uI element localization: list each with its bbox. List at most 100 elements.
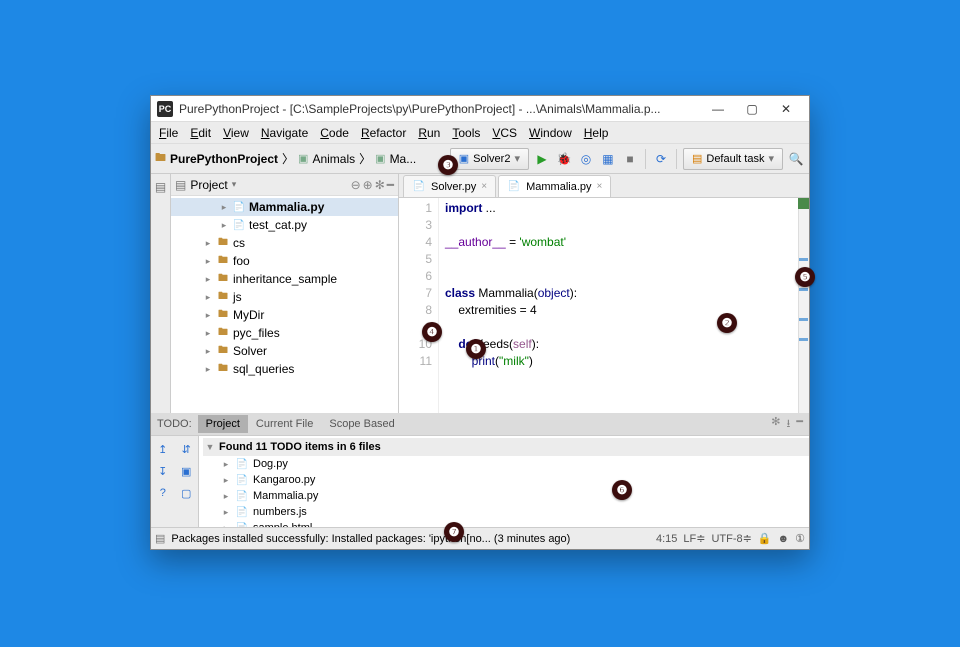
- tree-node[interactable]: ▸🖿Solver: [171, 342, 398, 360]
- todo-item[interactable]: ▸📄sample.html: [203, 520, 809, 527]
- ide-window: PC PurePythonProject - [C:\SampleProject…: [150, 95, 810, 550]
- minimize-button[interactable]: —: [701, 102, 735, 116]
- sync-icon[interactable]: ⟳: [652, 150, 670, 168]
- toolbar: 🖿 PurePythonProject 〉 ▣ Animals 〉 ▣ Ma..…: [151, 144, 809, 174]
- todo-summary-label: Found 11 TODO items in 6 files: [219, 441, 381, 453]
- todo-export-icon[interactable]: ⭳: [787, 415, 791, 434]
- search-icon[interactable]: 🔍: [787, 150, 805, 168]
- hide-icon[interactable]: ━: [387, 178, 394, 192]
- error-stripe[interactable]: [798, 198, 809, 413]
- coverage-icon[interactable]: ◎: [577, 150, 595, 168]
- run-config-selector[interactable]: ▣Solver2▾: [450, 148, 529, 170]
- menu-file[interactable]: File: [159, 126, 178, 140]
- caret-position[interactable]: 4:15: [656, 533, 677, 545]
- gutter: 134567891011: [399, 198, 439, 413]
- todo-summary[interactable]: ▼Found 11 TODO items in 6 files: [203, 438, 809, 456]
- tree-node[interactable]: ▸🖿MyDir: [171, 306, 398, 324]
- collapse-icon[interactable]: ⊖: [351, 178, 361, 192]
- todo-item[interactable]: ▸📄Kangaroo.py: [203, 472, 809, 488]
- todo-tab[interactable]: Current File: [248, 415, 321, 433]
- todo-hide-icon[interactable]: ━: [796, 415, 803, 434]
- todo-autoscroll-icon[interactable]: ▣: [181, 465, 191, 478]
- tree-node[interactable]: ▸🖿inheritance_sample: [171, 270, 398, 288]
- status-bar: ▤ Packages installed successfully: Insta…: [151, 527, 809, 549]
- run-icon[interactable]: ▶: [533, 150, 551, 168]
- breadcrumb-sep: 〉: [359, 150, 371, 167]
- editor-tab[interactable]: 📄Mammalia.py×: [498, 175, 611, 197]
- callout-3: ❸: [438, 155, 458, 175]
- package-icon: ▣: [298, 152, 308, 165]
- notifications-icon[interactable]: ①: [795, 532, 805, 545]
- project-tree[interactable]: ▸📄Mammalia.py▸📄test_cat.py▸🖿cs▸🖿foo▸🖿inh…: [171, 196, 398, 413]
- menubar: File Edit View Navigate Code Refactor Run Tools…: [151, 122, 809, 144]
- tree-node[interactable]: ▸📄test_cat.py: [171, 216, 398, 234]
- todo-tab[interactable]: Scope Based: [321, 415, 402, 433]
- menu-vcs[interactable]: VCS: [492, 126, 517, 140]
- menu-run[interactable]: Run: [418, 126, 440, 140]
- profile-icon[interactable]: ▦: [599, 150, 617, 168]
- maximize-button[interactable]: ▢: [735, 102, 769, 116]
- todo-item[interactable]: ▸📄Dog.py: [203, 456, 809, 472]
- breadcrumb-sep: 〉: [282, 150, 294, 167]
- folder-icon: 🖿: [155, 149, 166, 168]
- breadcrumb-root[interactable]: PurePythonProject: [170, 152, 278, 166]
- status-msg-icon[interactable]: ▤: [155, 532, 165, 545]
- callout-6: ❻: [612, 480, 632, 500]
- editor-body[interactable]: 134567891011 import ...__author__ = 'wom…: [399, 198, 809, 413]
- todo-side-toolbar: ↥ ⇵ ↧ ▣ ? ▢: [151, 436, 199, 527]
- menu-window[interactable]: Window: [529, 126, 572, 140]
- todo-next-icon[interactable]: ↧: [158, 465, 167, 478]
- tree-node[interactable]: ▸📄Mammalia.py: [171, 198, 398, 216]
- lock-icon[interactable]: 🔒: [758, 532, 772, 545]
- editor-tabs: 📄Solver.py×📄Mammalia.py×: [399, 174, 809, 198]
- scroll-to-icon[interactable]: ⊕: [363, 178, 373, 192]
- encoding[interactable]: UTF-8≑: [711, 532, 751, 545]
- todo-item[interactable]: ▸📄numbers.js: [203, 504, 809, 520]
- close-tab-icon[interactable]: ×: [597, 181, 603, 192]
- app-icon: PC: [157, 101, 173, 117]
- callout-1: ❶: [466, 339, 486, 359]
- todo-list[interactable]: ▼Found 11 TODO items in 6 files ▸📄Dog.py…: [199, 436, 809, 527]
- tree-node[interactable]: ▸🖿cs: [171, 234, 398, 252]
- tree-node[interactable]: ▸🖿js: [171, 288, 398, 306]
- project-sidebar: ▤ Project ▾ ⊖ ⊕ ✻ ━ ▸📄Mammalia.py▸📄test_…: [171, 174, 399, 413]
- stop-icon[interactable]: ■: [621, 150, 639, 168]
- menu-help[interactable]: Help: [584, 126, 609, 140]
- menu-refactor[interactable]: Refactor: [361, 126, 406, 140]
- tree-node[interactable]: ▸🖿foo: [171, 252, 398, 270]
- callout-7: ❼: [444, 522, 464, 542]
- project-header-label: Project: [190, 178, 227, 192]
- menu-edit[interactable]: Edit: [190, 126, 211, 140]
- code-area[interactable]: import ...__author__ = 'wombat'class Mam…: [439, 198, 577, 413]
- menu-code[interactable]: Code: [320, 126, 349, 140]
- todo-expand-icon[interactable]: ⇵: [182, 443, 191, 456]
- main-content: ▤ ▤ Project ▾ ⊖ ⊕ ✻ ━ ▸📄Mammalia.py▸📄tes…: [151, 174, 809, 413]
- editor-tab[interactable]: 📄Solver.py×: [403, 175, 496, 197]
- line-sep[interactable]: LF≑: [683, 532, 705, 545]
- todo-help-icon[interactable]: ?: [160, 487, 166, 499]
- todo-item[interactable]: ▸📄Mammalia.py: [203, 488, 809, 504]
- toggle-project-icon[interactable]: ▤: [152, 178, 170, 196]
- menu-view[interactable]: View: [223, 126, 249, 140]
- menu-tools[interactable]: Tools: [452, 126, 480, 140]
- settings-icon[interactable]: ✻: [375, 178, 385, 192]
- status-message[interactable]: Packages installed successfully: Install…: [171, 533, 650, 545]
- tree-node[interactable]: ▸🖿pyc_files: [171, 324, 398, 342]
- debug-icon[interactable]: 🐞: [555, 150, 573, 168]
- todo-prev-icon[interactable]: ↥: [158, 443, 167, 456]
- breadcrumb-file[interactable]: Ma...: [390, 152, 417, 166]
- titlebar[interactable]: PC PurePythonProject - [C:\SampleProject…: [151, 96, 809, 122]
- todo-group-icon[interactable]: ▢: [181, 487, 191, 500]
- todo-settings-icon[interactable]: ✻: [771, 415, 780, 434]
- breadcrumb-pkg[interactable]: Animals: [312, 152, 355, 166]
- hector-icon[interactable]: ☻: [778, 533, 790, 545]
- project-header[interactable]: ▤ Project ▾ ⊖ ⊕ ✻ ━: [171, 174, 398, 196]
- todo-tab[interactable]: Project: [198, 415, 248, 433]
- close-tab-icon[interactable]: ×: [481, 181, 487, 192]
- task-selector[interactable]: ▤Default task▾: [683, 148, 783, 170]
- close-button[interactable]: ✕: [769, 102, 803, 116]
- editor-area: 📄Solver.py×📄Mammalia.py× 134567891011 im…: [399, 174, 809, 413]
- menu-navigate[interactable]: Navigate: [261, 126, 308, 140]
- run-config-label: Solver2: [473, 153, 510, 165]
- tree-node[interactable]: ▸🖿sql_queries: [171, 360, 398, 378]
